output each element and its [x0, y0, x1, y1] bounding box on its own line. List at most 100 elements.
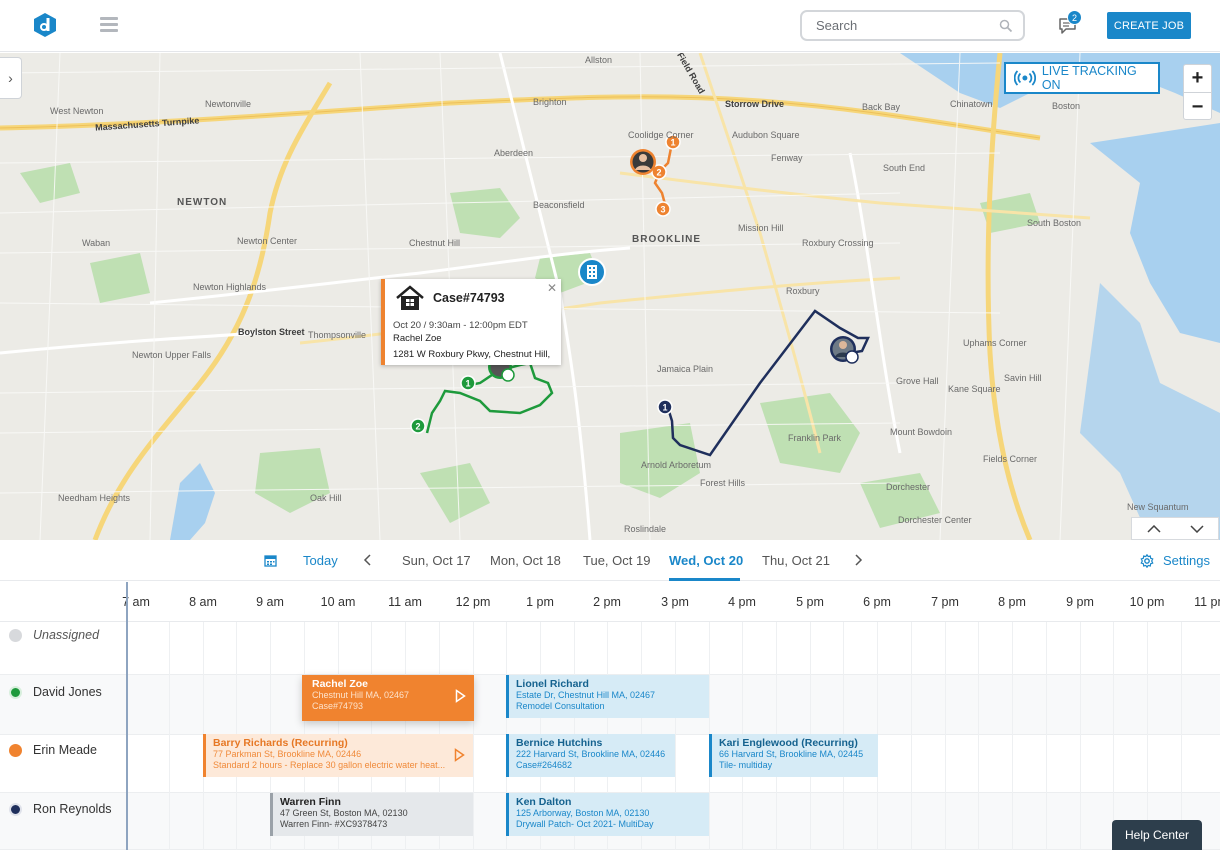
menu-icon[interactable] — [100, 17, 118, 32]
play-icon[interactable] — [454, 748, 465, 762]
map-view[interactable]: 1 2 3 1 2 1 Allston West Newton Newtonvi… — [0, 53, 1220, 540]
map-label: West Newton — [50, 106, 104, 116]
job-title: Kari Englewood (Recurring) — [719, 737, 858, 749]
hour-label: 5 pm — [796, 595, 824, 609]
technician-unassigned[interactable]: Unassigned — [0, 622, 127, 648]
settings-button[interactable]: Settings — [1163, 553, 1210, 568]
route-marker-orange-3: 3 — [655, 201, 671, 217]
map-label: Jamaica Plain — [657, 364, 714, 374]
play-icon[interactable] — [455, 689, 466, 703]
job-card-ken-dalton[interactable]: Ken Dalton 125 Arborway, Boston MA, 0213… — [506, 793, 709, 836]
map-label: Dorchester — [886, 482, 931, 492]
job-title: Rachel Zoe — [312, 678, 369, 690]
zoom-in-button[interactable]: + — [1184, 65, 1211, 93]
house-icon — [396, 285, 424, 310]
job-address: Chestnut Hill MA, 02467 — [312, 690, 410, 700]
help-center-button[interactable]: Help Center — [1112, 820, 1202, 850]
job-card-warren-finn[interactable]: Warren Finn 47 Green St, Boston MA, 0213… — [270, 793, 473, 836]
hour-label: 9 am — [256, 595, 284, 609]
search-icon[interactable] — [999, 19, 1013, 33]
tab-day-thu[interactable]: Thu, Oct 21 — [762, 553, 830, 568]
technician-name: Unassigned — [33, 628, 100, 642]
hour-label: 12 pm — [455, 595, 491, 609]
hour-label: 8 am — [189, 595, 217, 609]
today-button[interactable]: Today — [303, 553, 338, 568]
hour-label: 7 pm — [931, 595, 959, 609]
chevron-up-icon[interactable] — [1132, 518, 1175, 539]
app-logo-icon[interactable] — [33, 12, 57, 38]
gear-icon[interactable] — [1140, 554, 1154, 568]
map-label: Storrow Drive — [725, 99, 785, 109]
job-title: Warren Finn — [280, 796, 341, 808]
job-address: 222 Harvard St, Brookline MA, 02446 — [516, 749, 666, 759]
svg-text:1: 1 — [662, 403, 667, 413]
status-dot — [9, 685, 22, 699]
job-detail: Drywall Patch- Oct 2021- MultiDay — [516, 819, 654, 829]
job-address: 125 Arborway, Boston MA, 02130 — [516, 808, 650, 818]
case-popup[interactable]: Case#74793 ✕ Oct 20 / 9:30am - 12:00pm E… — [381, 279, 561, 365]
status-dot — [9, 743, 22, 757]
tab-day-wed[interactable]: Wed, Oct 20 — [669, 553, 743, 568]
map-label: South End — [883, 163, 926, 173]
hour-label: 3 pm — [661, 595, 689, 609]
job-address: 77 Parkman St, Brookline MA, 02446 — [213, 749, 362, 759]
job-card-kari-englewood[interactable]: Kari Englewood (Recurring) 66 Harvard St… — [709, 734, 878, 777]
technician-david-jones[interactable]: David Jones — [0, 679, 127, 705]
search-box[interactable] — [800, 10, 1025, 41]
map-label: Newtonville — [205, 99, 252, 109]
map-label: Boylston Street — [238, 327, 305, 337]
tab-day-sun[interactable]: Sun, Oct 17 — [402, 553, 471, 568]
job-card-barry-richards[interactable]: Barry Richards (Recurring) 77 Parkman St… — [203, 734, 473, 777]
job-detail: Standard 2 hours - Replace 30 gallon ele… — [213, 760, 446, 770]
map-collapse-control — [1131, 517, 1219, 540]
job-address: 47 Green St, Boston MA, 02130 — [280, 808, 408, 818]
map-label: BROOKLINE — [632, 234, 701, 245]
search-input[interactable] — [816, 18, 986, 33]
map-label: New Squantum — [1127, 502, 1189, 512]
chat-badge: 2 — [1067, 10, 1082, 25]
map-label: Savin Hill — [1004, 373, 1042, 383]
map-label: Chinatown — [950, 99, 993, 109]
map-label: Chestnut Hill — [409, 238, 461, 248]
hour-label: 9 pm — [1066, 595, 1094, 609]
calendar-icon[interactable] — [264, 554, 277, 567]
schedule-row — [0, 622, 1220, 675]
map-label: Newton Center — [237, 236, 298, 246]
map-label: Beaconsfield — [533, 200, 585, 210]
zoom-out-button[interactable]: − — [1184, 93, 1211, 121]
tab-day-tue[interactable]: Tue, Oct 19 — [583, 553, 650, 568]
current-time-line — [126, 582, 128, 850]
schedule-grid[interactable]: Unassigned David Jones Erin Meade Ron Re… — [0, 622, 1220, 850]
live-tracking-button[interactable]: LIVE TRACKING ON — [1004, 62, 1160, 94]
active-tab-indicator — [669, 578, 740, 581]
sidebar-toggle-button[interactable]: › — [0, 57, 22, 99]
chevron-right-icon[interactable] — [852, 553, 864, 567]
job-title: Ken Dalton — [516, 796, 572, 808]
hour-label: 1 pm — [526, 595, 554, 609]
close-icon[interactable]: ✕ — [547, 281, 557, 295]
technician-name: David Jones — [33, 685, 102, 699]
technician-ron-reynolds[interactable]: Ron Reynolds — [0, 796, 127, 822]
job-card-lionel-richard[interactable]: Lionel Richard Estate Dr, Chestnut Hill … — [506, 675, 709, 718]
map-label: Franklin Park — [788, 433, 842, 443]
tab-day-mon[interactable]: Mon, Oct 18 — [490, 553, 561, 568]
job-title: Bernice Hutchins — [516, 737, 603, 749]
map-label: Needham Heights — [58, 493, 131, 503]
hour-label: 10 am — [320, 595, 356, 609]
job-card-rachel-zoe[interactable]: Rachel Zoe Chestnut Hill MA, 02467 Case#… — [302, 675, 474, 721]
hour-label: 10 pm — [1129, 595, 1165, 609]
create-job-button[interactable]: CREATE JOB — [1107, 12, 1191, 39]
date-navigation: Today Sun, Oct 17 Mon, Oct 18 Tue, Oct 1… — [0, 541, 1220, 581]
hour-label: 4 pm — [728, 595, 756, 609]
chevron-left-icon[interactable] — [362, 553, 374, 567]
route-marker-green-2: 2 — [410, 418, 426, 434]
chevron-down-icon[interactable] — [1175, 518, 1218, 539]
avatar-ron-reynolds — [830, 336, 859, 364]
job-card-bernice-hutchins[interactable]: Bernice Hutchins 222 Harvard St, Brookli… — [506, 734, 675, 777]
hour-label: 11 am — [388, 595, 422, 609]
map-label: Kane Square — [948, 384, 1001, 394]
map-label: Roslindale — [624, 524, 667, 534]
technician-erin-meade[interactable]: Erin Meade — [0, 737, 127, 763]
popup-customer: Rachel Zoe — [393, 333, 442, 344]
broadcast-icon — [1014, 70, 1036, 86]
